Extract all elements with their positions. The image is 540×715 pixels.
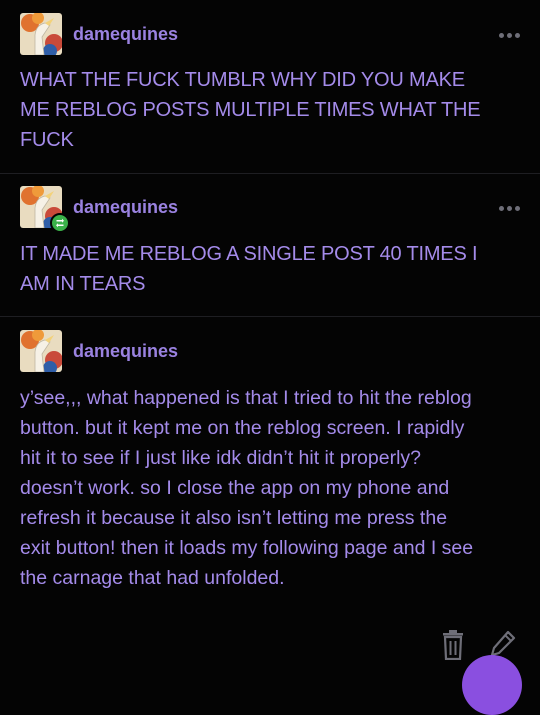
avatar[interactable]	[20, 330, 62, 372]
post-text: IT MADE ME REBLOG A SINGLE POST 40 TIMES…	[20, 243, 478, 295]
post-text: y’see,,, what happened is that I tried t…	[20, 387, 474, 589]
trash-icon[interactable]	[440, 630, 466, 661]
compose-fab[interactable]	[462, 655, 522, 715]
username[interactable]: damequines	[73, 197, 178, 218]
pencil-icon[interactable]	[490, 630, 516, 658]
reblog-badge-icon	[50, 213, 70, 233]
divider	[0, 316, 540, 317]
more-horizontal-icon[interactable]	[499, 25, 525, 38]
post-2: damequines IT MADE ME REBLOG A SINGLE PO…	[0, 186, 540, 316]
post-header: damequines	[20, 330, 525, 372]
post-header: damequines	[20, 186, 525, 233]
divider	[0, 173, 540, 174]
post-header: damequines	[20, 13, 525, 55]
more-horizontal-icon[interactable]	[499, 198, 525, 211]
post-1: damequines WHAT THE FUCK TUMBLR WHY DID …	[0, 13, 540, 173]
username[interactable]: damequines	[73, 24, 178, 45]
post-3: damequines y’see,,, what happened is tha…	[0, 330, 540, 660]
avatar[interactable]	[20, 13, 62, 55]
username[interactable]: damequines	[73, 341, 178, 362]
post-text: WHAT THE FUCK TUMBLR WHY DID YOU MAKE ME…	[20, 69, 481, 151]
